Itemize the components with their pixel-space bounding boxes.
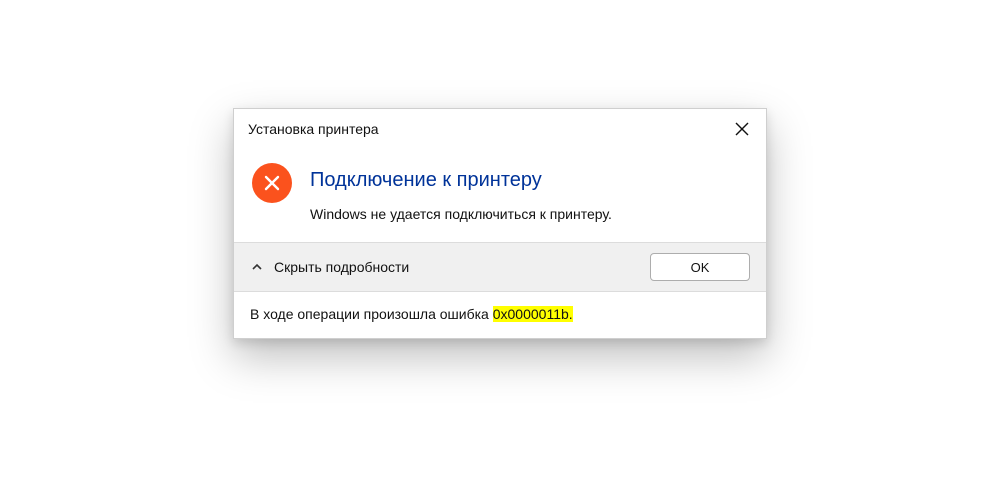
details-panel: В ходе операции произошла ошибка 0x00000… [234,291,766,338]
error-code: 0x0000011b [493,306,569,322]
details-suffix: . [569,306,573,322]
error-x-icon [263,174,281,192]
error-dialog: Установка принтера Подключение к принтер [233,108,767,339]
dialog-message: Windows не удается подключиться к принте… [310,206,748,222]
error-badge [252,163,292,203]
details-toggle-label: Скрыть подробности [274,259,409,275]
details-prefix: В ходе операции произошла ошибка [250,306,493,322]
dialog-heading: Подключение к принтеру [310,169,748,192]
icon-column [252,163,292,222]
close-button[interactable] [722,109,762,149]
ok-button[interactable]: OK [650,253,750,281]
close-icon [735,122,749,136]
chevron-up-icon [250,260,264,274]
window-title: Установка принтера [248,121,379,137]
titlebar: Установка принтера [234,109,766,149]
message-column: Подключение к принтеру Windows не удаетс… [292,163,748,222]
details-toggle[interactable]: Скрыть подробности [250,259,409,275]
ok-button-label: OK [691,260,710,275]
dialog-body: Подключение к принтеру Windows не удаетс… [234,149,766,242]
dialog-footer: Скрыть подробности OK [234,242,766,291]
viewport: Установка принтера Подключение к принтер [0,0,1001,500]
